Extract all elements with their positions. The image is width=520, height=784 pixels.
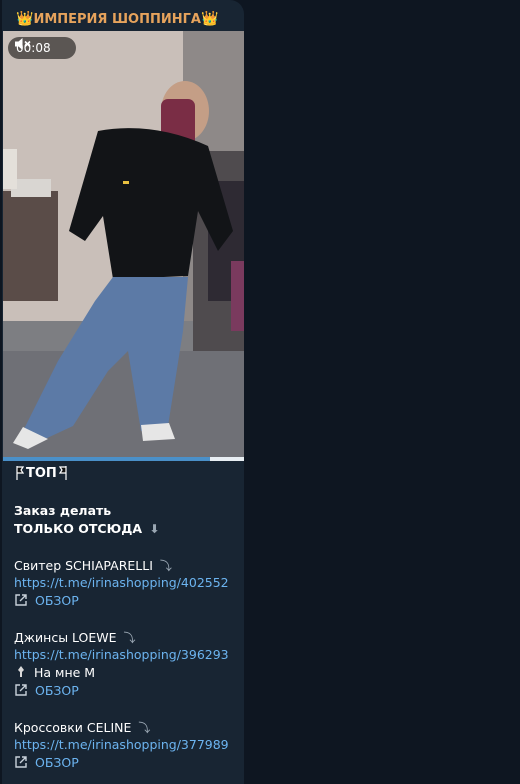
external-link-icon [15,594,27,606]
review-label: ОБЗОР [35,593,79,608]
channel-name[interactable]: 👑 ИМПЕРИЯ ШОППИНГА 👑 [16,9,218,29]
order-line-1: Заказ делать [14,503,112,518]
video-frame-image [3,31,244,461]
video-duration-badge[interactable]: 00:08 [8,37,76,59]
curve-arrow-icon: ⤵ [138,721,151,735]
review-label: ОБЗОР [35,755,79,770]
flag-icon [16,466,24,480]
review-label: ОБЗОР [35,683,79,698]
crown-icon: 👑 [16,11,34,27]
external-link-icon [15,756,27,768]
review-link-sneakers[interactable]: ОБЗОР [14,755,79,770]
review-link-sweater[interactable]: ОБЗОР [14,593,79,608]
item-link-jeans[interactable]: https://t.me/irinashopping/396293 [14,647,229,662]
item-title-jeans: Джинсы LOEWE ⤵ [14,629,136,646]
pin-icon [18,666,24,677]
mute-icon[interactable] [14,37,32,51]
curve-arrow-icon: ⤵ [159,559,172,573]
flag-icon [58,466,67,480]
item-link-sweater[interactable]: https://t.me/irinashopping/402552 [14,575,229,590]
video-progress-bar[interactable] [3,457,244,461]
down-arrow-icon: ⬇ [149,522,160,536]
order-line-2: ТОЛЬКО ОТСЮДА ⬇ [14,521,160,536]
crown-icon: 👑 [200,11,219,27]
item-title-sweater: Свитер SCHIAPARELLI ⤵ [14,557,172,574]
size-note: На мне М [14,665,95,680]
item-title: Свитер SCHIAPARELLI [14,558,153,573]
top-label: ТОП [26,465,57,481]
channel-title: ИМПЕРИЯ ШОППИНГА [33,11,201,27]
message-bubble: 👑 ИМПЕРИЯ ШОППИНГА 👑 00:08 ТОП Заказ дел… [2,0,244,784]
item-title-sneakers: Кроссовки CELINE ⤵ [14,719,150,736]
external-link-icon [15,684,27,696]
item-title: Кроссовки CELINE [14,720,132,735]
item-link-sneakers[interactable]: https://t.me/irinashopping/377989 [14,737,229,752]
video-progress-fill [3,457,211,461]
top-tag: ТОП [14,464,69,482]
order-line-2-text: ТОЛЬКО ОТСЮДА [14,521,143,536]
review-link-jeans[interactable]: ОБЗОР [14,683,79,698]
size-note-text: На мне М [34,665,96,680]
video-player[interactable]: 00:08 [3,31,244,461]
curve-arrow-icon: ⤵ [123,631,136,645]
item-title: Джинсы LOEWE [14,630,117,645]
